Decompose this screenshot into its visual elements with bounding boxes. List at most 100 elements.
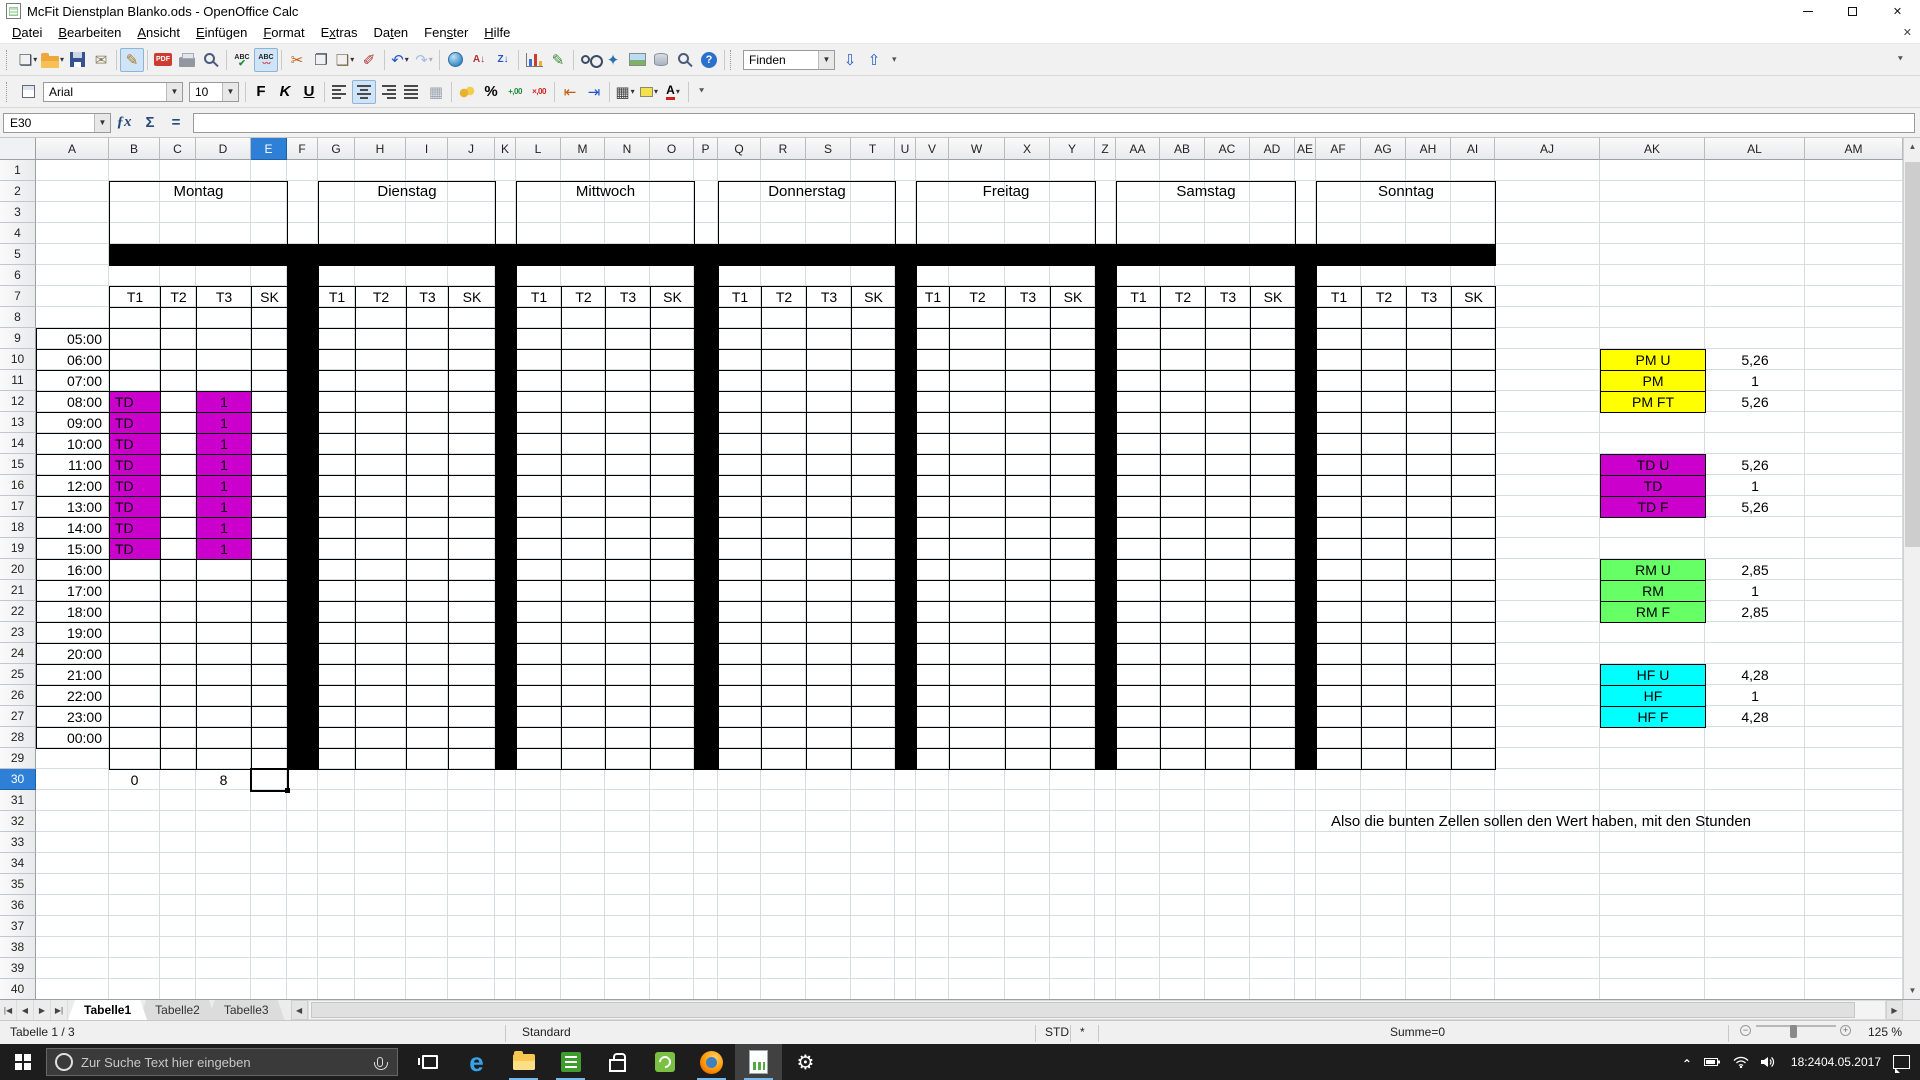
cell-B17[interactable]: TD bbox=[109, 496, 161, 518]
underline-icon[interactable]: U bbox=[297, 80, 321, 104]
grid-cell[interactable] bbox=[355, 685, 407, 707]
grid-cell[interactable] bbox=[160, 496, 197, 518]
time-cell-21:00[interactable]: 21:00 bbox=[36, 664, 110, 686]
grid-cell[interactable] bbox=[406, 433, 449, 455]
grid-cell[interactable] bbox=[448, 454, 496, 476]
shift-header-SK[interactable]: SK bbox=[1250, 286, 1296, 308]
grid-cell[interactable] bbox=[949, 328, 1006, 350]
grid-cell[interactable] bbox=[1316, 370, 1362, 392]
grid-cell[interactable] bbox=[806, 706, 852, 728]
grid-cell[interactable] bbox=[949, 622, 1006, 644]
grid-cell[interactable] bbox=[1316, 748, 1362, 770]
grid-cell[interactable] bbox=[1050, 580, 1096, 602]
legend-value-pm-ft[interactable]: 5,26 bbox=[1705, 391, 1805, 412]
grid-cell[interactable] bbox=[251, 496, 288, 518]
sheet-tab-tabelle1[interactable]: Tabelle1 bbox=[68, 1000, 147, 1020]
grid-cell[interactable] bbox=[1316, 664, 1362, 686]
grid-cell[interactable] bbox=[406, 391, 449, 413]
grid-cell[interactable] bbox=[1050, 328, 1096, 350]
legend-cell-pm[interactable]: PM bbox=[1600, 370, 1706, 392]
find-toolbar-overflow[interactable]: ▾ bbox=[892, 54, 897, 65]
column-header-C[interactable]: C bbox=[160, 138, 196, 160]
legend-value-rm-f[interactable]: 2,85 bbox=[1705, 601, 1805, 622]
grid-cell[interactable] bbox=[1005, 748, 1051, 770]
grid-cell[interactable] bbox=[1160, 496, 1206, 518]
zoom-out-icon[interactable]: − bbox=[1740, 1025, 1751, 1036]
time-cell-16:00[interactable]: 16:00 bbox=[36, 559, 110, 581]
taskbar-app-onenote[interactable] bbox=[547, 1044, 594, 1080]
menu-daten[interactable]: Daten bbox=[365, 23, 416, 42]
grid-cell[interactable] bbox=[318, 307, 356, 329]
legend-cell-rm-f[interactable]: RM F bbox=[1600, 601, 1706, 623]
grid-cell[interactable] bbox=[448, 559, 496, 581]
grid-cell[interactable] bbox=[406, 643, 449, 665]
grid-cell[interactable] bbox=[448, 496, 496, 518]
grid-cell[interactable] bbox=[318, 475, 356, 497]
grid-cell[interactable] bbox=[605, 622, 651, 644]
menu-format[interactable]: Format bbox=[255, 23, 312, 42]
grid-cell[interactable] bbox=[318, 664, 356, 686]
horizontal-scrollbar-thumb[interactable] bbox=[311, 1002, 1855, 1018]
grid-cell[interactable] bbox=[406, 307, 449, 329]
row-header-24[interactable]: 24 bbox=[0, 643, 36, 664]
formatting-toolbar-overflow[interactable]: ⯆ bbox=[698, 86, 705, 97]
grid-cell[interactable] bbox=[318, 391, 356, 413]
grid-cell[interactable] bbox=[318, 643, 356, 665]
grid-cell[interactable] bbox=[160, 622, 197, 644]
cut-icon[interactable]: ✂ bbox=[285, 48, 309, 72]
grid-cell[interactable] bbox=[916, 580, 950, 602]
grid-cell[interactable] bbox=[916, 307, 950, 329]
grid-cell[interactable] bbox=[1406, 748, 1452, 770]
grid-cell[interactable] bbox=[160, 454, 197, 476]
undo-dropdown-icon[interactable]: ▾ bbox=[405, 55, 409, 64]
grid-cell[interactable] bbox=[355, 727, 407, 749]
grid-cell[interactable] bbox=[1116, 748, 1161, 770]
grid-cell[interactable] bbox=[1406, 580, 1452, 602]
grid-cell[interactable] bbox=[1050, 433, 1096, 455]
grid-cell[interactable] bbox=[1316, 328, 1362, 350]
grid-cell[interactable] bbox=[916, 496, 950, 518]
grid-cell[interactable] bbox=[196, 370, 252, 392]
grid-cell[interactable] bbox=[251, 748, 288, 770]
grid-cell[interactable] bbox=[1160, 475, 1206, 497]
grid-cell[interactable] bbox=[1116, 622, 1161, 644]
column-header-E[interactable]: E bbox=[251, 138, 287, 160]
grid-cell[interactable] bbox=[605, 727, 651, 749]
grid-cell[interactable] bbox=[851, 580, 896, 602]
grid-cell[interactable] bbox=[718, 412, 762, 434]
grid-cell[interactable] bbox=[1250, 370, 1296, 392]
grid-cell[interactable] bbox=[406, 412, 449, 434]
grid-cell[interactable] bbox=[1361, 580, 1407, 602]
time-cell-00:00[interactable]: 00:00 bbox=[36, 727, 110, 749]
grid-cell[interactable] bbox=[1160, 349, 1206, 371]
grid-cell[interactable] bbox=[806, 727, 852, 749]
number-currency-icon[interactable] bbox=[455, 80, 479, 104]
grid-cell[interactable] bbox=[160, 370, 197, 392]
grid-cell[interactable] bbox=[516, 706, 562, 728]
cell-B14[interactable]: TD bbox=[109, 433, 161, 455]
grid-cell[interactable] bbox=[851, 475, 896, 497]
legend-cell-hf-u[interactable]: HF U bbox=[1600, 664, 1706, 686]
grid-cell[interactable] bbox=[605, 412, 651, 434]
decrease-indent-icon[interactable]: ⇤ bbox=[558, 80, 582, 104]
grid-cell[interactable] bbox=[605, 538, 651, 560]
grid-cell[interactable] bbox=[109, 622, 161, 644]
legend-value-hf[interactable]: 1 bbox=[1705, 685, 1805, 706]
grid-cell[interactable] bbox=[109, 706, 161, 728]
column-header-F[interactable]: F bbox=[287, 138, 318, 160]
grid-cell[interactable] bbox=[1316, 580, 1362, 602]
grid-cell[interactable] bbox=[1160, 559, 1206, 581]
shift-header-SK[interactable]: SK bbox=[251, 286, 288, 308]
grid-cell[interactable] bbox=[1406, 664, 1452, 686]
formula-input[interactable] bbox=[193, 113, 1915, 133]
grid-cell[interactable] bbox=[1451, 748, 1496, 770]
grid-cell[interactable] bbox=[406, 727, 449, 749]
grid-cell[interactable] bbox=[561, 475, 606, 497]
grid-cell[interactable] bbox=[1116, 475, 1161, 497]
grid-cell[interactable] bbox=[160, 475, 197, 497]
grid-cell[interactable] bbox=[196, 622, 252, 644]
shift-header-T2[interactable]: T2 bbox=[1160, 286, 1206, 308]
grid-cell[interactable] bbox=[650, 643, 695, 665]
grid-cell[interactable] bbox=[1160, 433, 1206, 455]
grid-cell[interactable] bbox=[1406, 496, 1452, 518]
